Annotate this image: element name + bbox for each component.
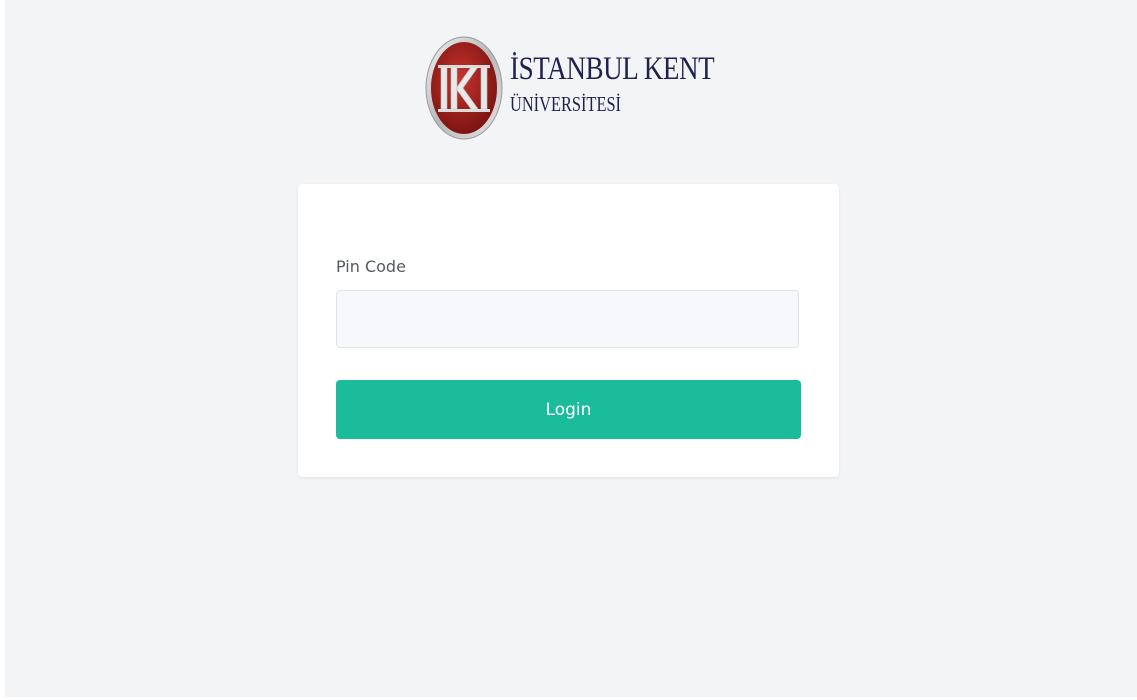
pin-code-input[interactable] [336, 290, 799, 348]
university-name-line2: ÜNİVERSİTESİ [510, 92, 622, 116]
login-page: İSTANBUL KENT ÜNİVERSİTESİ Pin Code Logi… [5, 0, 1137, 697]
pin-code-label: Pin Code [336, 257, 406, 276]
login-button[interactable]: Login [336, 380, 801, 439]
university-name-line1: İSTANBUL KENT [510, 51, 715, 87]
login-card: Pin Code Login [298, 184, 839, 477]
university-emblem-icon [425, 36, 503, 140]
university-logo: İSTANBUL KENT ÜNİVERSİTESİ [424, 35, 724, 143]
